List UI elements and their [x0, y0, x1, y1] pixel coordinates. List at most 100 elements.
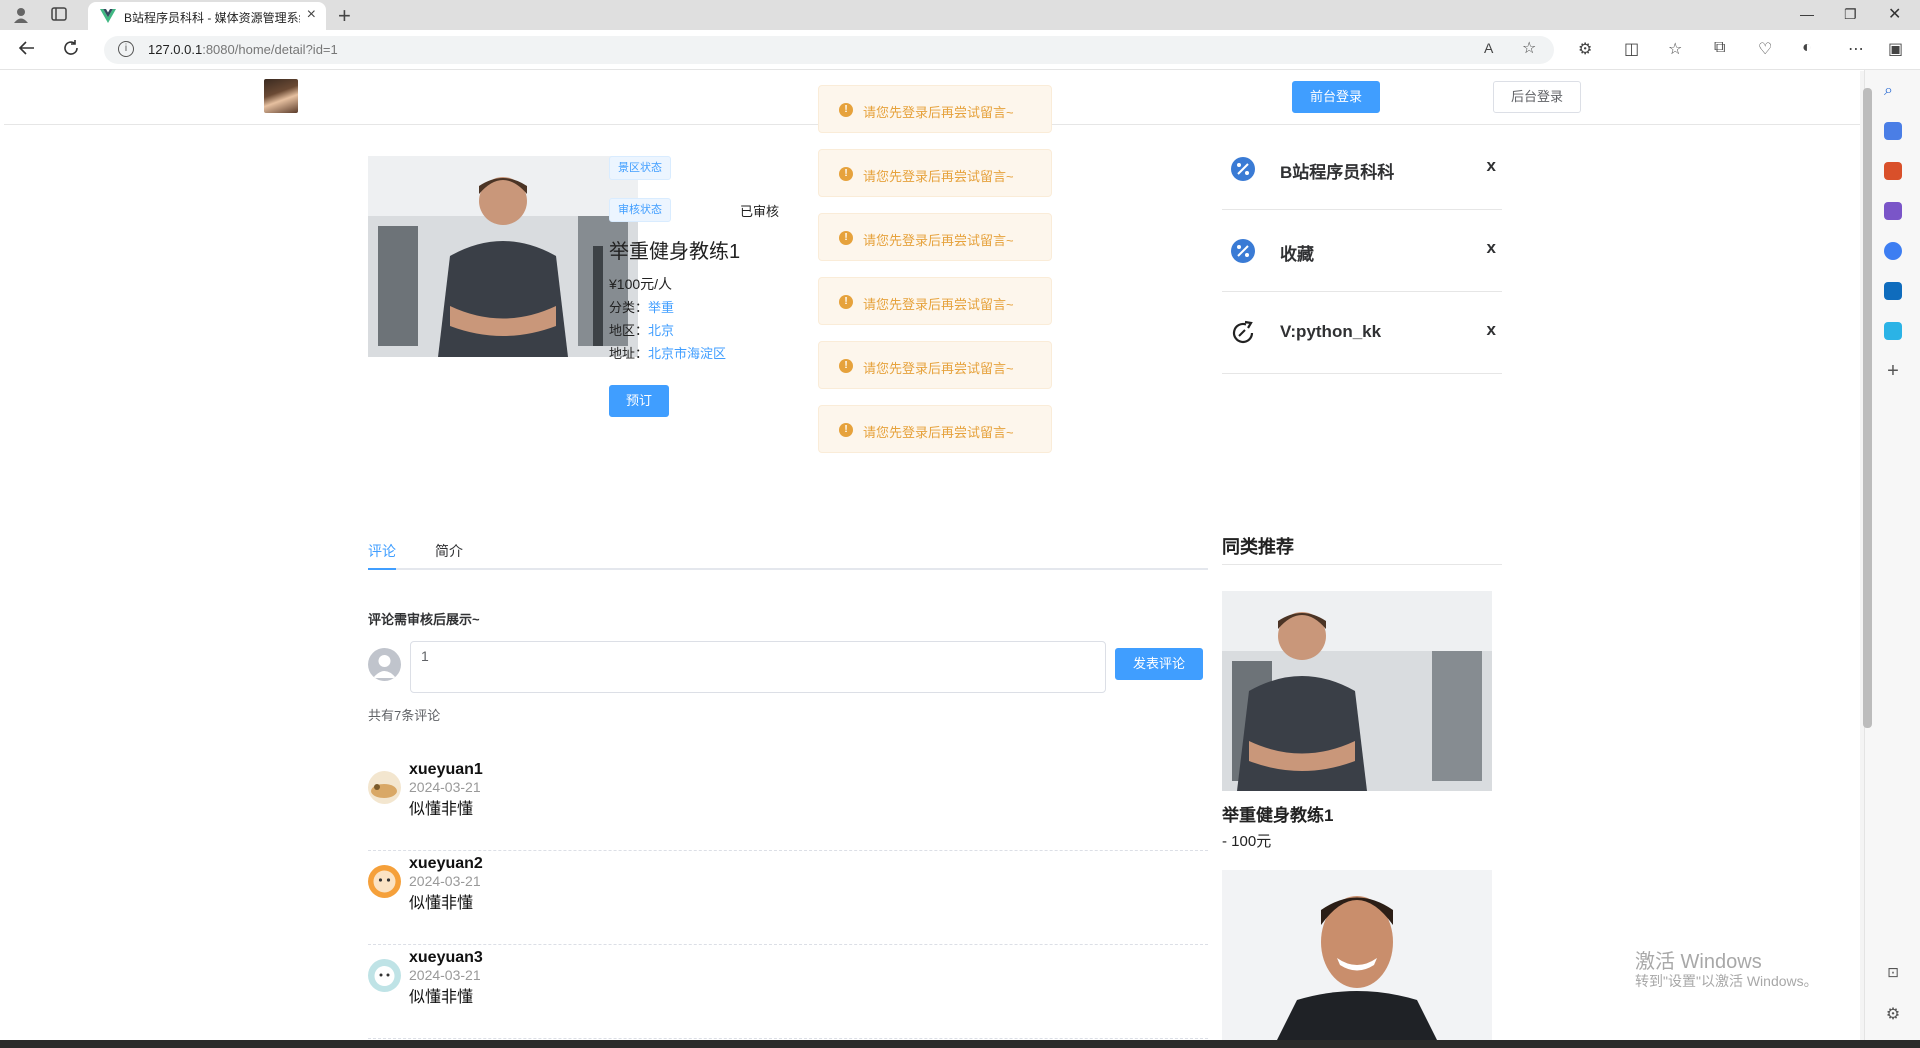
side-link-close[interactable]: x — [1487, 320, 1496, 340]
comment-item: xueyuan1 2024-03-21 似懂非懂 — [368, 757, 1208, 851]
percent-badge-icon — [1231, 157, 1255, 181]
close-window-icon[interactable]: ✕ — [1888, 4, 1901, 24]
recommend-image[interactable] — [1222, 870, 1492, 1040]
address-bar-row: i 127.0.0.1:8080/home/detail?id=1 A ☆ ⚙ … — [0, 30, 1920, 70]
toast-message: 请您先登录后再尝试留言~ — [863, 105, 1014, 120]
commenter-avatar — [368, 771, 401, 804]
settings-more-icon[interactable]: ⋯ — [1848, 39, 1864, 59]
browser-sidebar: ⌕ + ⊡ ⚙ — [1864, 70, 1920, 1040]
tab-close-icon[interactable]: × — [307, 6, 316, 24]
book-button[interactable]: 预订 — [609, 385, 669, 417]
send-icon[interactable] — [1884, 322, 1902, 340]
read-aloud-icon[interactable]: A — [1484, 40, 1493, 56]
tag-icon[interactable] — [1884, 122, 1902, 140]
product-title: 举重健身教练1 — [609, 241, 741, 263]
front-login-button[interactable]: 前台登录 — [1292, 81, 1380, 113]
review-status-value: 已审核 — [740, 204, 780, 219]
warning-icon: ! — [839, 167, 853, 181]
tab-intro[interactable]: 简介 — [435, 541, 463, 561]
toast-message: 请您先登录后再尝试留言~ — [863, 425, 1014, 440]
collections-icon[interactable]: ⧉ — [1714, 39, 1725, 57]
screenshot-icon[interactable]: ⊡ — [1884, 964, 1902, 982]
recommend-image[interactable] — [1222, 591, 1492, 791]
toast-message: 请您先登录后再尝试留言~ — [863, 233, 1014, 248]
side-link-bilibili[interactable]: B站程序员科科 x — [1222, 128, 1502, 210]
restore-icon[interactable]: ❐ — [1844, 6, 1857, 23]
tabs-divider — [368, 568, 1208, 570]
comment-text: 似懂非懂 — [409, 801, 474, 818]
browser-essentials-icon[interactable]: ♡ — [1758, 39, 1772, 59]
games-icon[interactable] — [1884, 202, 1902, 220]
comment-textarea[interactable]: 1 — [410, 641, 1106, 693]
sidebar-settings-icon[interactable]: ⚙ — [1884, 1004, 1902, 1023]
url-path: :8080/home/detail?id=1 — [202, 42, 338, 57]
toast-message: 请您先登录后再尝试留言~ — [863, 361, 1014, 376]
toast-message: 请您先登录后再尝试留言~ — [863, 297, 1014, 312]
recommend-title: 同类推荐 — [1222, 537, 1294, 557]
comment-text: 似懂非懂 — [409, 989, 474, 1006]
office-icon[interactable] — [1884, 242, 1902, 260]
tab-comments[interactable]: 评论 — [368, 541, 396, 561]
reload-icon[interactable] — [62, 39, 80, 62]
copilot-icon[interactable]: ◐ — [1802, 39, 1812, 57]
address-link[interactable]: 北京市海淀区 — [648, 346, 726, 361]
side-link-close[interactable]: x — [1487, 238, 1496, 258]
back-login-button[interactable]: 后台登录 — [1493, 81, 1581, 113]
region-link[interactable]: 北京 — [648, 323, 674, 338]
browser-tab-bar: B站程序员科科 - 媒体资源管理系统 × + — ❐ ✕ — [0, 0, 1920, 30]
outlook-icon[interactable] — [1884, 282, 1902, 300]
side-link-favorites[interactable]: 收藏 x — [1222, 210, 1502, 292]
side-link-label: B站程序员科科 — [1280, 163, 1395, 182]
site-logo[interactable] — [264, 79, 298, 113]
tab-title: B站程序员科科 - 媒体资源管理系统 — [124, 11, 300, 25]
warning-icon: ! — [839, 295, 853, 309]
extensions-icon[interactable]: ⚙ — [1578, 39, 1592, 59]
side-link-close[interactable]: x — [1487, 156, 1496, 176]
percent-badge-icon — [1231, 239, 1255, 263]
comment-item: xueyuan3 2024-03-21 似懂非懂 — [368, 945, 1208, 1039]
activation-watermark: 激活 Windows — [1635, 951, 1762, 973]
url-field[interactable]: i 127.0.0.1:8080/home/detail?id=1 A ☆ — [104, 36, 1554, 64]
comment-date: 2024-03-21 — [409, 967, 481, 983]
comment-notice: 评论需审核后展示~ — [368, 612, 480, 627]
warning-toast: ! 请您先登录后再尝试留言~ — [818, 149, 1052, 197]
vue-favicon-icon — [100, 9, 116, 23]
comment-text: 似懂非懂 — [409, 895, 474, 912]
user-avatar-icon — [368, 648, 401, 681]
sidebar-toggle-icon[interactable]: ▣ — [1888, 39, 1903, 59]
url-host: 127.0.0.1 — [148, 42, 203, 57]
back-icon[interactable] — [18, 39, 36, 62]
warning-icon: ! — [839, 359, 853, 373]
comment-count: 共有7条评论 — [368, 708, 441, 723]
warning-toast: ! 请您先登录后再尝试留言~ — [818, 341, 1052, 389]
commenter-avatar — [368, 865, 401, 898]
address-label: 地址： — [609, 346, 649, 361]
profile-icon[interactable] — [12, 6, 30, 24]
scrollbar-thumb[interactable] — [1863, 88, 1872, 728]
category-link[interactable]: 举重 — [648, 300, 674, 315]
commenter-avatar — [368, 959, 401, 992]
page: 前台登录 后台登录 景区状态 审核状态 已审核 举重健身教练1 ¥100元/人 … — [4, 71, 1860, 1040]
side-link-wechat[interactable]: V:python_kk x — [1222, 292, 1502, 374]
workspaces-icon[interactable] — [50, 6, 68, 24]
browser-tab[interactable]: B站程序员科科 - 媒体资源管理系统 × — [88, 2, 326, 30]
site-info-icon[interactable]: i — [118, 41, 134, 57]
submit-comment-button[interactable]: 发表评论 — [1115, 648, 1203, 680]
minimize-icon[interactable]: — — [1800, 6, 1814, 22]
new-tab-icon[interactable]: + — [338, 3, 351, 29]
split-screen-icon[interactable]: ◫ — [1624, 39, 1639, 59]
favorite-star-icon[interactable]: ☆ — [1522, 38, 1536, 58]
recommend-name[interactable]: 举重健身教练1 — [1222, 801, 1333, 826]
search-icon[interactable]: ⌕ — [1884, 82, 1902, 100]
toast-message: 请您先登录后再尝试留言~ — [863, 169, 1014, 184]
toolbox-icon[interactable] — [1884, 162, 1902, 180]
warning-icon: ! — [839, 103, 853, 117]
add-icon[interactable]: + — [1884, 361, 1902, 381]
region-label: 地区： — [609, 323, 649, 338]
favorites-icon[interactable]: ☆ — [1668, 39, 1682, 59]
recommend-price: - 100元 — [1222, 833, 1272, 850]
product-price: ¥100元/人 — [609, 276, 673, 292]
warning-icon: ! — [839, 423, 853, 437]
recommend-divider — [1222, 564, 1502, 565]
warning-toast: ! 请您先登录后再尝试留言~ — [818, 277, 1052, 325]
